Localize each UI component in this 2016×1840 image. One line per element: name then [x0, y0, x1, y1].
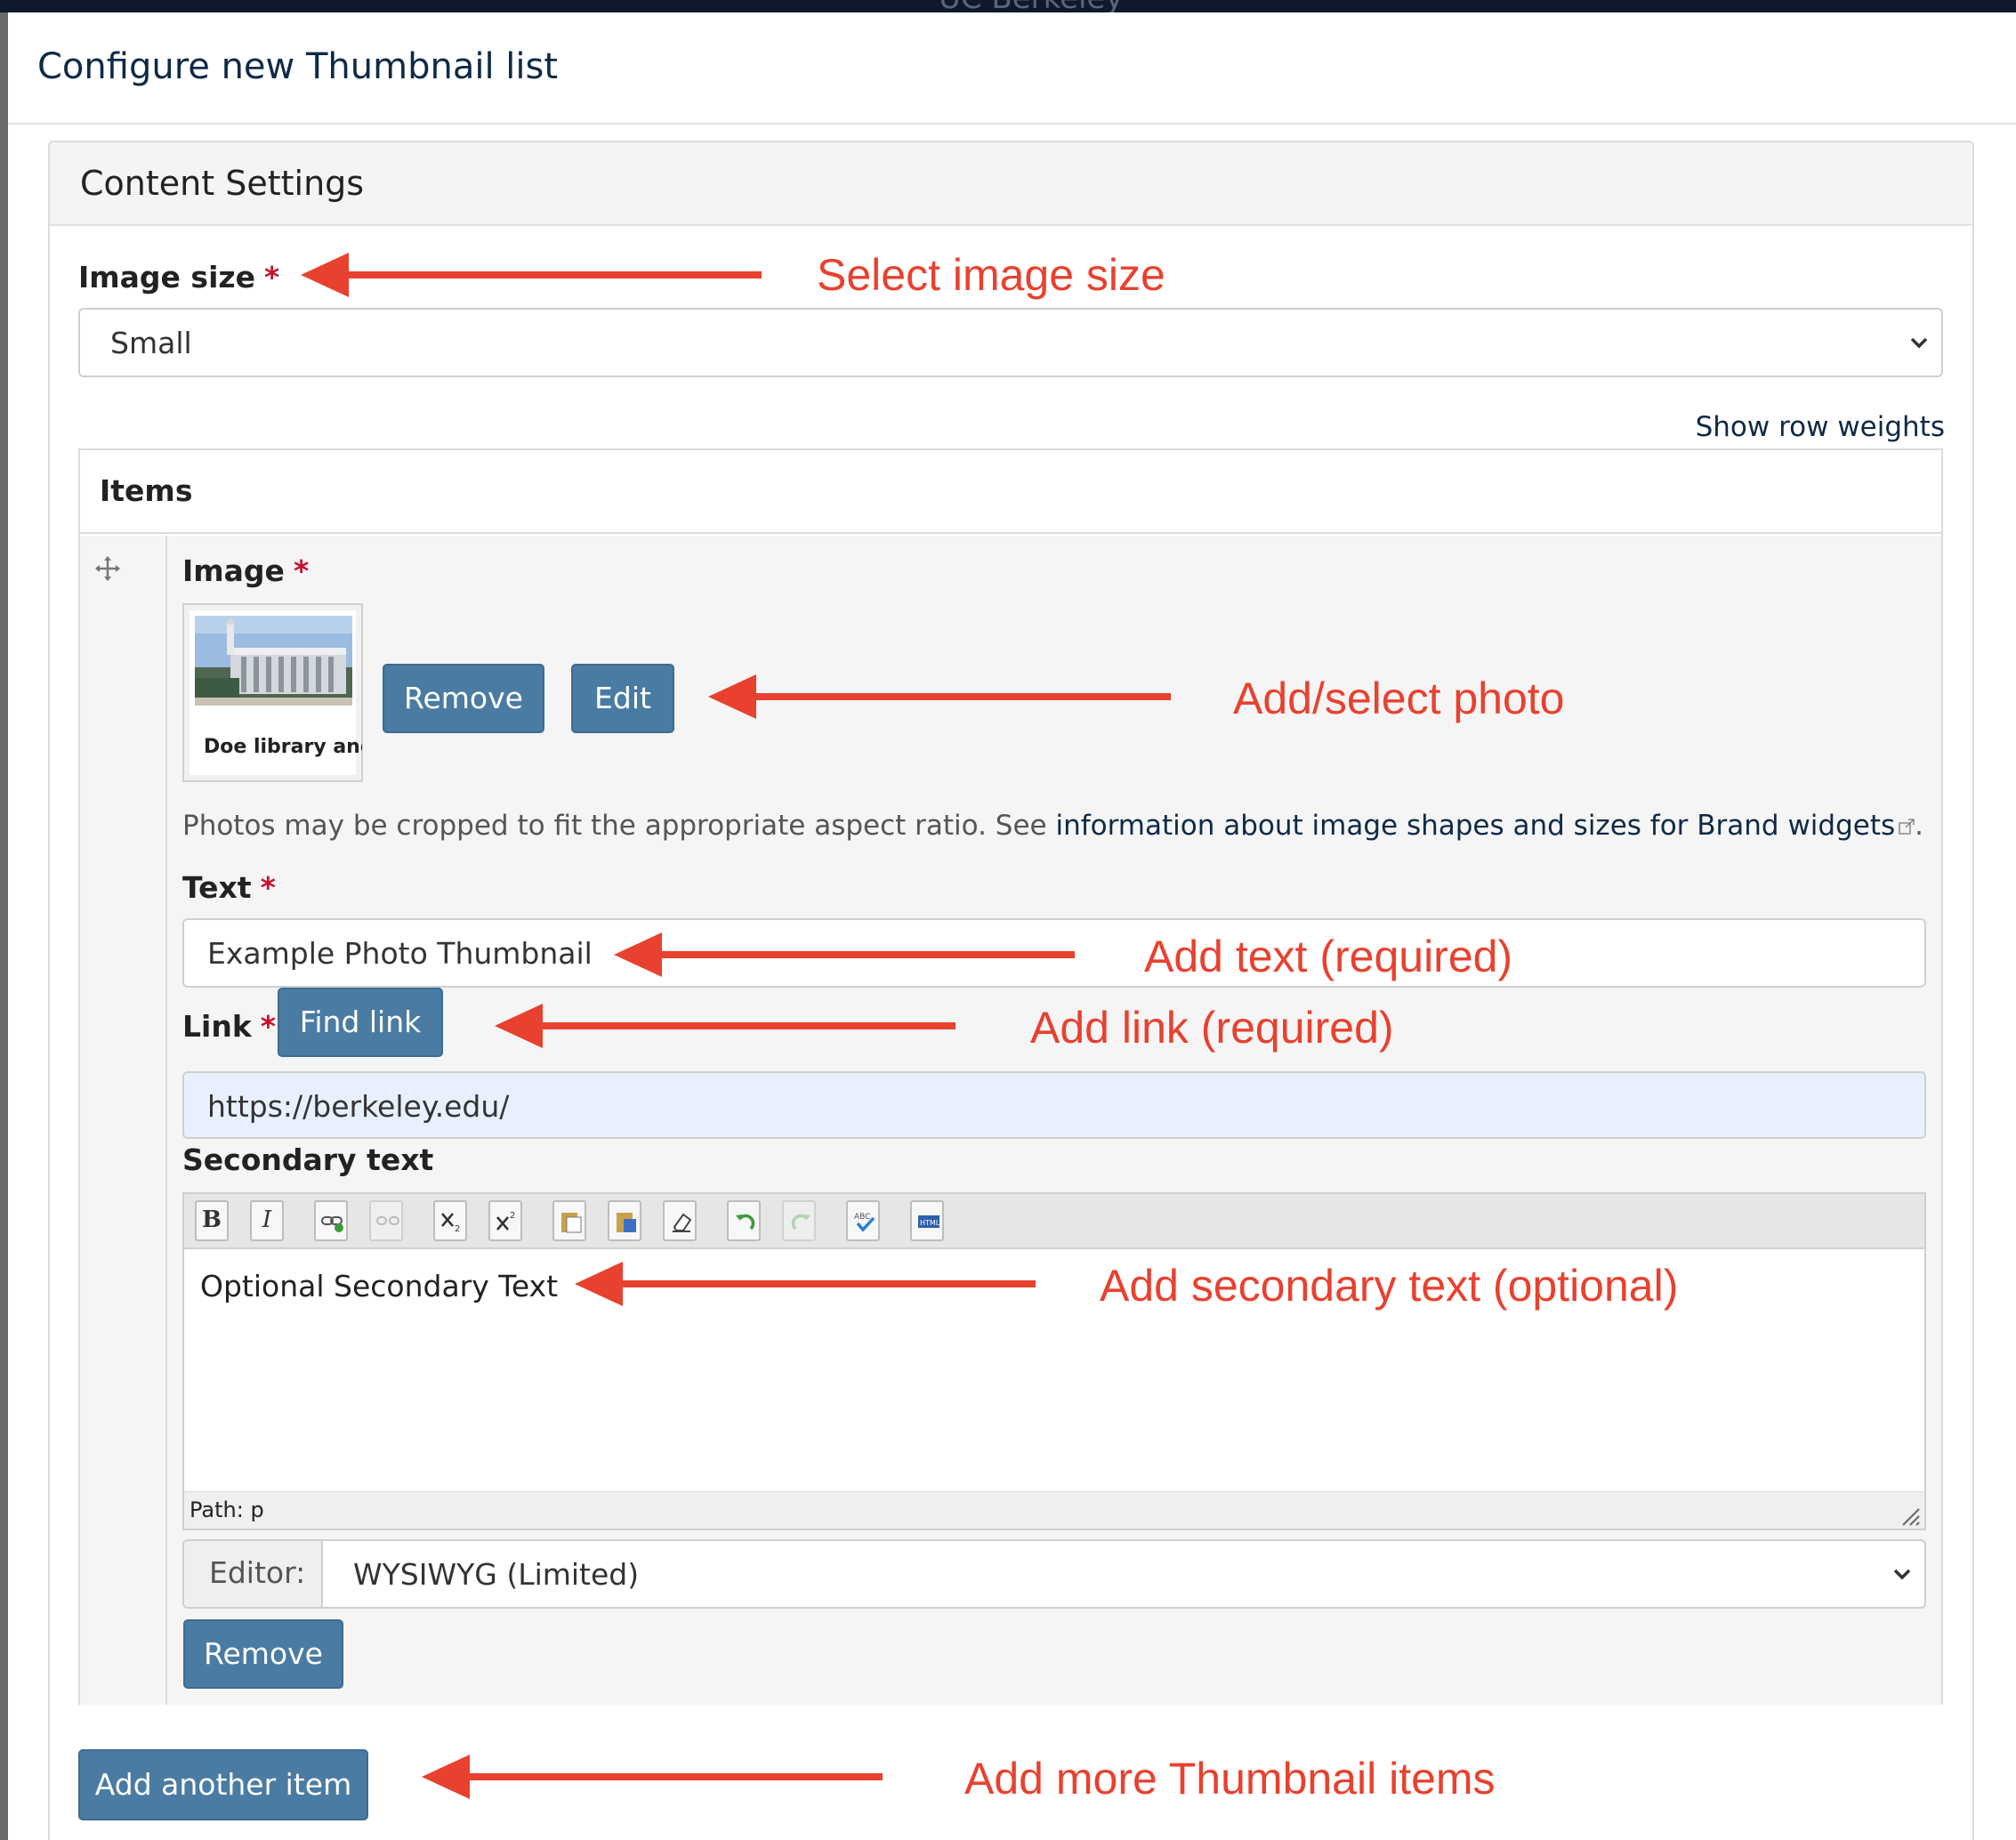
- text-label-text: Text: [182, 870, 252, 905]
- editor-format-value: WYSIWYG (Limited): [353, 1557, 640, 1592]
- undo-icon[interactable]: [727, 1200, 761, 1241]
- required-marker: *: [260, 1009, 277, 1044]
- annotation-add-secondary-text: Add secondary text (optional): [1100, 1261, 1679, 1311]
- annotation-add-text: Add text (required): [1144, 932, 1513, 981]
- svg-text:ABC: ABC: [854, 1213, 870, 1222]
- unlink-icon[interactable]: [369, 1200, 403, 1241]
- svg-text:HTML: HTML: [920, 1219, 940, 1227]
- image-size-value: Small: [110, 326, 192, 360]
- items-title: Items: [100, 473, 193, 508]
- remove-image-button[interactable]: Remove: [383, 664, 544, 733]
- editor-label-box: Editor:: [184, 1541, 323, 1607]
- image-label-text: Image: [182, 553, 285, 588]
- panel-title: Content Settings: [80, 164, 365, 203]
- editor-content[interactable]: Optional Secondary Text: [200, 1269, 558, 1303]
- backdrop-edge: [0, 12, 8, 1840]
- italic-icon[interactable]: I: [250, 1200, 284, 1241]
- find-link-button[interactable]: Find link: [278, 988, 443, 1057]
- drag-column: [80, 536, 167, 1705]
- image-size-select[interactable]: Small: [78, 308, 1943, 377]
- editor-status-bar: Path: p: [184, 1491, 1924, 1529]
- superscript-icon[interactable]: 2: [488, 1200, 522, 1241]
- resize-grip-icon[interactable]: [1898, 1504, 1921, 1527]
- external-link-icon: [1899, 819, 1915, 835]
- remove-item-button[interactable]: Remove: [183, 1619, 343, 1689]
- top-site-title: UC Berkeley: [939, 0, 1124, 12]
- svg-text:2: 2: [510, 1211, 515, 1221]
- image-thumbnail[interactable]: Doe library and: [182, 603, 363, 782]
- secondary-text-label: Secondary text: [182, 1142, 434, 1177]
- remove-format-icon[interactable]: [663, 1200, 697, 1241]
- link-url-value: https://berkeley.edu/: [207, 1089, 510, 1124]
- bold-icon[interactable]: B: [195, 1200, 229, 1241]
- text-label: Text *: [182, 870, 276, 905]
- editor-format-select[interactable]: Editor: WYSIWYG (Limited): [182, 1539, 1926, 1609]
- drag-handle-icon[interactable]: [94, 555, 121, 582]
- editor-label: Editor:: [209, 1555, 306, 1590]
- editor-toolbar: B I 2 2 ABC HTML: [184, 1194, 1924, 1249]
- redo-icon[interactable]: [782, 1200, 816, 1241]
- required-marker: *: [263, 260, 280, 295]
- library-photo-icon: [195, 616, 352, 706]
- paste-word-icon[interactable]: [608, 1200, 641, 1241]
- secondary-text-editor[interactable]: B I 2 2 ABC HTML Optional Secondary Text…: [182, 1192, 1926, 1530]
- chevron-down-icon: [1910, 337, 1928, 349]
- image-size-label: Image size *: [78, 260, 279, 295]
- editor-path: Path: p: [190, 1497, 264, 1522]
- show-row-weights-link[interactable]: Show row weights: [1696, 411, 1945, 443]
- help-text-end: .: [1915, 810, 1924, 842]
- panel-header: Content Settings: [50, 142, 1972, 226]
- svg-text:2: 2: [455, 1224, 460, 1234]
- chevron-down-icon: [1893, 1569, 1911, 1580]
- link-label-text: Link: [182, 1009, 252, 1044]
- items-header: Items: [80, 450, 1941, 534]
- annotation-add-more-items: Add more Thumbnail items: [964, 1754, 1496, 1804]
- text-input[interactable]: Example Photo Thumbnail: [182, 918, 1926, 988]
- required-marker: *: [293, 553, 310, 588]
- link-url-input[interactable]: https://berkeley.edu/: [182, 1071, 1926, 1139]
- thumbnail-caption: Doe library and: [204, 736, 362, 758]
- add-another-item-button[interactable]: Add another item: [78, 1749, 368, 1820]
- browser-top-bar: UC Berkeley: [0, 0, 2016, 12]
- subscript-icon[interactable]: 2: [433, 1200, 467, 1241]
- dialog-title: Configure new Thumbnail list: [37, 46, 559, 87]
- help-text-prefix: Photos may be cropped to fit the appropr…: [182, 810, 1056, 842]
- title-divider: [8, 123, 2016, 125]
- spellcheck-icon[interactable]: ABC: [846, 1200, 880, 1241]
- link-label: Link *: [182, 1009, 276, 1044]
- required-marker: *: [260, 870, 276, 905]
- image-size-label-text: Image size: [78, 260, 255, 295]
- image-info-link[interactable]: information about image shapes and sizes…: [1055, 810, 1895, 842]
- image-label: Image *: [182, 553, 309, 588]
- image-help-text: Photos may be cropped to fit the appropr…: [182, 810, 1923, 842]
- annotation-add-photo: Add/select photo: [1233, 674, 1565, 723]
- annotation-select-image-size: Select image size: [817, 250, 1165, 300]
- text-input-value: Example Photo Thumbnail: [207, 936, 593, 971]
- link-icon[interactable]: [314, 1200, 348, 1241]
- edit-image-button[interactable]: Edit: [571, 664, 674, 733]
- annotation-add-link: Add link (required): [1030, 1003, 1394, 1053]
- html-source-icon[interactable]: HTML: [910, 1200, 944, 1241]
- paste-icon[interactable]: [552, 1200, 586, 1241]
